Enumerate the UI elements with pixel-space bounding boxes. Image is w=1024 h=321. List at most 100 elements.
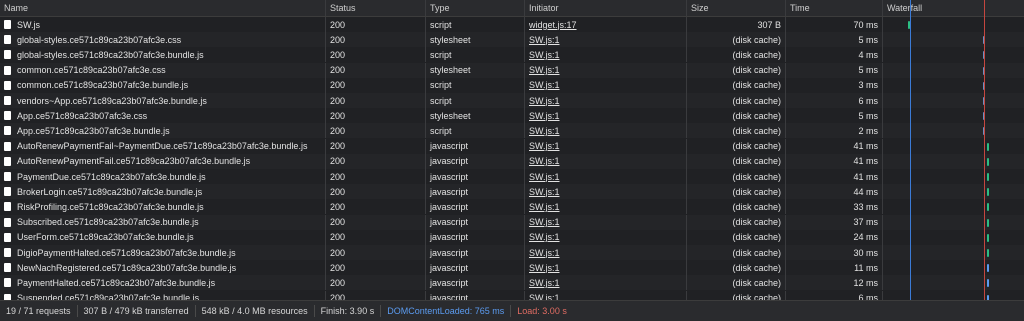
waterfall-cell	[883, 93, 1024, 108]
waterfall-bar[interactable]	[987, 279, 989, 288]
request-name-cell[interactable]: BrokerLogin.ce571c89ca23b07afc3e.bundle.…	[0, 184, 326, 200]
file-icon	[4, 111, 11, 121]
waterfall-bar[interactable]	[987, 233, 989, 242]
request-name-cell[interactable]: vendors~App.ce571c89ca23b07afc3e.bundle.…	[0, 93, 326, 108]
col-header-initiator[interactable]: Initiator	[525, 0, 687, 16]
waterfall-bar[interactable]	[987, 218, 989, 227]
table-row[interactable]: AutoRenewPaymentFail.ce571c89ca23b07afc3…	[0, 153, 1024, 169]
request-name-cell[interactable]: AutoRenewPaymentFail.ce571c89ca23b07afc3…	[0, 153, 326, 169]
request-name-cell[interactable]: PaymentDue.ce571c89ca23b07afc3e.bundle.j…	[0, 169, 326, 184]
initiator-link[interactable]: SW.js:1	[529, 111, 560, 121]
table-row[interactable]: RiskProfiling.ce571c89ca23b07afc3e.bundl…	[0, 199, 1024, 215]
col-header-type[interactable]: Type	[426, 0, 525, 16]
request-status: 200	[326, 47, 426, 63]
request-time: 41 ms	[786, 169, 883, 184]
initiator-link[interactable]: SW.js:1	[529, 202, 560, 212]
file-icon	[4, 20, 11, 29]
request-name-cell[interactable]: RiskProfiling.ce571c89ca23b07afc3e.bundl…	[0, 199, 326, 215]
table-row[interactable]: common.ce571c89ca23b07afc3e.bundle.js 200…	[0, 77, 1024, 93]
table-row[interactable]: global-styles.ce571c89ca23b07afc3e.bundl…	[0, 47, 1024, 63]
request-name-cell[interactable]: common.ce571c89ca23b07afc3e.css	[0, 62, 326, 78]
waterfall-cell	[883, 47, 1024, 62]
table-row[interactable]: global-styles.ce571c89ca23b07afc3e.css 20…	[0, 32, 1024, 48]
table-row[interactable]: PaymentDue.ce571c89ca23b07afc3e.bundle.j…	[0, 169, 1024, 184]
waterfall-bar[interactable]	[987, 142, 989, 151]
table-row[interactable]: UserForm.ce571c89ca23b07afc3e.bundle.js 2…	[0, 229, 1024, 245]
waterfall-bar[interactable]	[987, 203, 989, 212]
initiator-link[interactable]: SW.js:1	[529, 80, 560, 90]
initiator-link[interactable]: SW.js:1	[529, 65, 560, 75]
request-name-cell[interactable]: Subscribed.ce571c89ca23b07afc3e.bundle.j…	[0, 214, 326, 230]
initiator-link[interactable]: SW.js:1	[529, 278, 560, 288]
request-name: RiskProfiling.ce571c89ca23b07afc3e.bundl…	[17, 201, 204, 212]
request-name-cell[interactable]: SW.js	[0, 17, 326, 32]
table-row[interactable]: BrokerLogin.ce571c89ca23b07afc3e.bundle.…	[0, 184, 1024, 200]
request-size: (disk cache)	[687, 93, 786, 108]
initiator-link[interactable]: SW.js:1	[529, 232, 560, 242]
col-header-size[interactable]: Size	[687, 0, 786, 16]
request-name-cell[interactable]: App.ce571c89ca23b07afc3e.css	[0, 108, 326, 124]
table-row[interactable]: vendors~App.ce571c89ca23b07afc3e.bundle.…	[0, 93, 1024, 108]
initiator-link[interactable]: SW.js:1	[529, 96, 560, 106]
initiator-link[interactable]: SW.js:1	[529, 187, 560, 197]
initiator-link[interactable]: SW.js:1	[529, 217, 560, 227]
initiator-link[interactable]: SW.js:1	[529, 172, 560, 182]
table-row[interactable]: App.ce571c89ca23b07afc3e.bundle.js 200 scr…	[0, 123, 1024, 139]
request-size: (disk cache)	[687, 169, 786, 184]
request-name-cell[interactable]: global-styles.ce571c89ca23b07afc3e.bundl…	[0, 47, 326, 63]
request-name-cell[interactable]: UserForm.ce571c89ca23b07afc3e.bundle.js	[0, 229, 326, 245]
col-header-status[interactable]: Status	[326, 0, 426, 16]
load-time: Load: 3.00 s	[517, 306, 567, 316]
request-name-cell[interactable]: global-styles.ce571c89ca23b07afc3e.css	[0, 32, 326, 48]
request-time: 5 ms	[786, 62, 883, 78]
waterfall-bar[interactable]	[987, 249, 989, 257]
initiator-link[interactable]: SW.js:1	[529, 50, 560, 60]
request-name-cell[interactable]: NewNachRegistered.ce571c89ca23b07afc3e.b…	[0, 260, 326, 276]
request-name: Subscribed.ce571c89ca23b07afc3e.bundle.j…	[17, 217, 199, 228]
waterfall-bar[interactable]	[987, 264, 989, 273]
request-name-cell[interactable]: DigioPaymentHalted.ce571c89ca23b07afc3e.…	[0, 245, 326, 260]
request-status: 200	[326, 275, 426, 291]
request-size: (disk cache)	[687, 214, 786, 230]
table-row[interactable]: Subscribed.ce571c89ca23b07afc3e.bundle.j…	[0, 214, 1024, 230]
request-status: 200	[326, 214, 426, 230]
initiator-link[interactable]: widget.js:17	[529, 20, 577, 30]
col-header-name[interactable]: Name	[0, 0, 326, 16]
waterfall-bar[interactable]	[987, 188, 989, 197]
initiator-link[interactable]: SW.js:1	[529, 35, 560, 45]
resources-size: 548 kB / 4.0 MB resources	[196, 305, 315, 317]
table-row[interactable]: SW.js 200 script widget.js:17 307 B 70 ms	[0, 17, 1024, 32]
table-row[interactable]: AutoRenewPaymentFail~PaymentDue.ce571c89…	[0, 138, 1024, 154]
table-row[interactable]: PaymentHalted.ce571c89ca23b07afc3e.bundl…	[0, 275, 1024, 291]
waterfall-bar[interactable]	[987, 157, 989, 166]
initiator-link[interactable]: SW.js:1	[529, 263, 560, 273]
initiator-link[interactable]: SW.js:1	[529, 248, 560, 258]
table-row[interactable]: DigioPaymentHalted.ce571c89ca23b07afc3e.…	[0, 245, 1024, 260]
request-size: (disk cache)	[687, 108, 786, 124]
request-status: 200	[326, 123, 426, 139]
request-name-cell[interactable]: AutoRenewPaymentFail~PaymentDue.ce571c89…	[0, 138, 326, 154]
table-row[interactable]: NewNachRegistered.ce571c89ca23b07afc3e.b…	[0, 260, 1024, 276]
table-row[interactable]: common.ce571c89ca23b07afc3e.css 200 styles…	[0, 62, 1024, 78]
request-name-cell[interactable]: App.ce571c89ca23b07afc3e.bundle.js	[0, 123, 326, 139]
request-name: NewNachRegistered.ce571c89ca23b07afc3e.b…	[17, 262, 237, 273]
request-initiator-cell: SW.js:1	[525, 32, 687, 48]
request-name-cell[interactable]: common.ce571c89ca23b07afc3e.bundle.js	[0, 77, 326, 93]
waterfall-cell	[883, 63, 1024, 78]
initiator-link[interactable]: SW.js:1	[529, 126, 560, 136]
initiator-link[interactable]: SW.js:1	[529, 156, 560, 166]
request-size: (disk cache)	[687, 260, 786, 276]
request-initiator-cell: SW.js:1	[525, 77, 687, 93]
request-type: javascript	[426, 184, 525, 200]
col-header-waterfall[interactable]: Waterfall	[883, 0, 1024, 16]
col-header-time[interactable]: Time	[786, 0, 883, 16]
waterfall-cell	[883, 123, 1024, 138]
request-size: (disk cache)	[687, 138, 786, 154]
request-name-cell[interactable]: PaymentHalted.ce571c89ca23b07afc3e.bundl…	[0, 275, 326, 291]
file-icon	[4, 187, 11, 197]
table-row[interactable]: App.ce571c89ca23b07afc3e.css 200 styleshee…	[0, 108, 1024, 124]
initiator-link[interactable]: SW.js:1	[529, 141, 560, 151]
request-initiator-cell: SW.js:1	[525, 47, 687, 63]
request-status: 200	[326, 108, 426, 124]
waterfall-bar[interactable]	[987, 173, 989, 181]
